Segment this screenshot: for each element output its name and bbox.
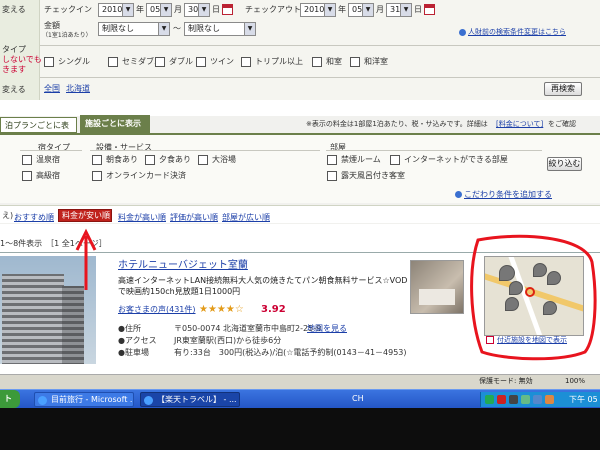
red-circle-annotation [470, 234, 597, 361]
photo-of-screen: 変える タイプ しないでも きます 変える チェックイン 2010 ▼ 年 05 ▼… [0, 0, 600, 450]
annotation-layer [75, 228, 597, 361]
